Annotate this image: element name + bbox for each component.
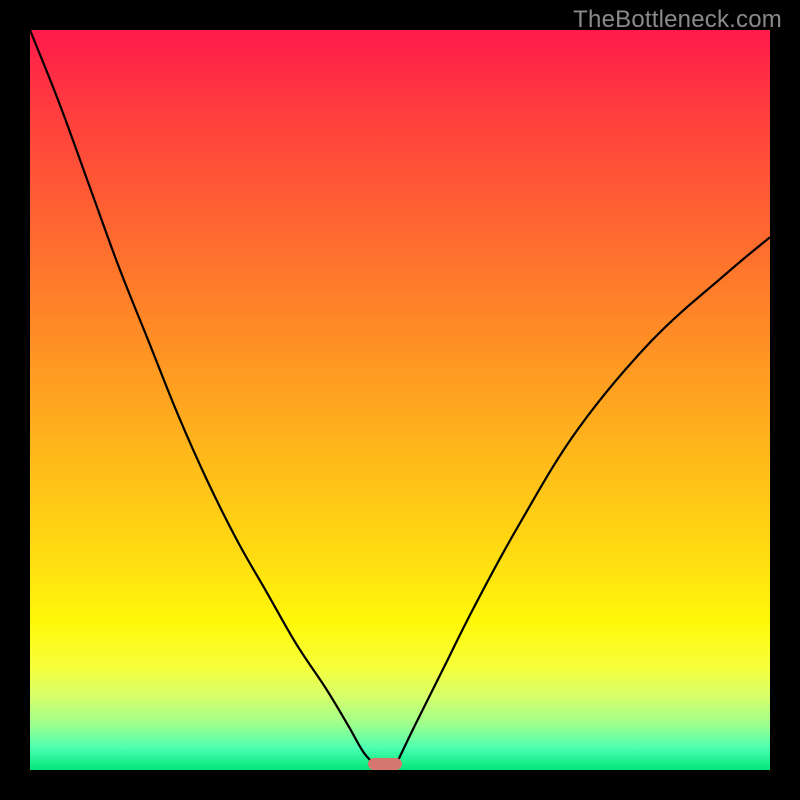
chart-frame: TheBottleneck.com	[0, 0, 800, 800]
right-curve	[396, 237, 770, 764]
curve-layer	[30, 30, 770, 770]
watermark-text: TheBottleneck.com	[573, 6, 782, 34]
bottleneck-marker	[368, 758, 402, 770]
left-curve	[30, 30, 374, 764]
plot-area	[30, 30, 770, 770]
